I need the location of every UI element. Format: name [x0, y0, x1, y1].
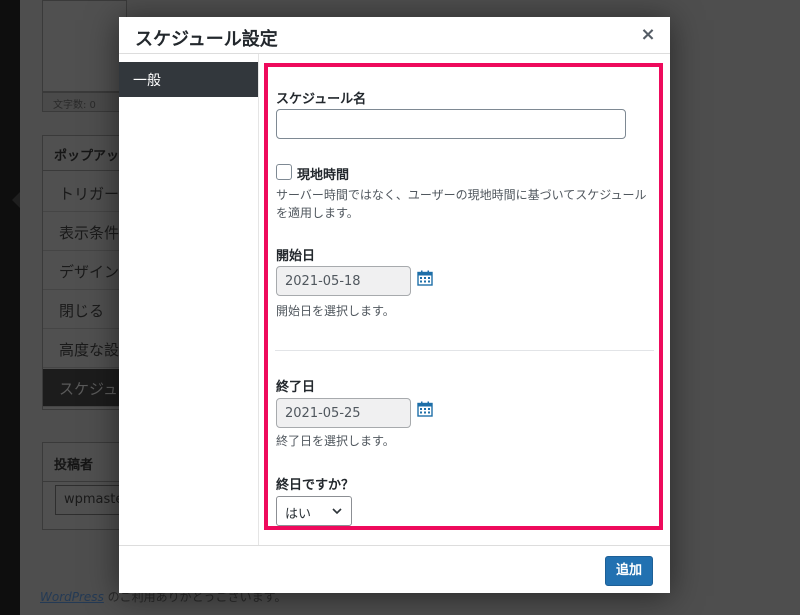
bg-tab-design[interactable]: デザイン	[43, 252, 127, 290]
end-date-input[interactable]	[276, 398, 411, 428]
editor-area	[42, 0, 127, 92]
end-date-description: 終了日を選択します。	[276, 434, 395, 448]
modal-title: スケジュール設定	[135, 29, 278, 50]
popup-settings-title: ポップアップ	[42, 135, 127, 171]
modal-sidebar: 一般	[119, 54, 259, 545]
author-box-title: 投稿者	[42, 442, 127, 482]
word-count: 文字数: 0	[42, 92, 127, 112]
sidebar-item-general[interactable]: 一般	[119, 62, 258, 97]
admin-menu-arrow	[12, 192, 20, 208]
start-date-input[interactable]	[276, 266, 411, 296]
bg-tab-schedule[interactable]: スケジュ	[43, 369, 127, 407]
local-time-checkbox[interactable]	[276, 164, 292, 180]
start-date-description: 開始日を選択します。	[276, 304, 395, 318]
modal-footer: 追加	[119, 545, 670, 593]
end-date-label: 終了日	[276, 380, 316, 395]
author-select[interactable]: wpmaster	[55, 485, 127, 515]
close-icon[interactable]: ×	[638, 24, 658, 46]
all-day-select[interactable]: はい	[276, 496, 352, 526]
local-time-description: サーバー時間ではなく、ユーザーの現地時間に基づいてスケジュールを適用します。	[276, 188, 647, 220]
calendar-icon[interactable]	[417, 270, 433, 286]
schedule-settings-modal: スケジュール設定 × 一般 スケジュール名 現地時間 サーバー時間ではなく、ユー…	[119, 17, 670, 593]
section-divider	[275, 350, 654, 351]
bg-tab-advanced[interactable]: 高度な設	[43, 330, 127, 368]
schedule-name-input[interactable]	[276, 109, 626, 139]
admin-sidebar	[0, 0, 20, 615]
bg-tab-close[interactable]: 閉じる	[43, 291, 127, 329]
wordpress-link[interactable]: WordPress	[40, 590, 104, 604]
schedule-name-label: スケジュール名	[276, 92, 367, 107]
local-time-label: 現地時間	[297, 168, 350, 183]
all-day-selected-value: はい	[285, 507, 312, 522]
schedule-form: スケジュール名 現地時間 サーバー時間ではなく、ユーザーの現地時間に基づいてスケ…	[259, 54, 670, 545]
bg-tab-trigger[interactable]: トリガー	[43, 174, 127, 212]
bg-tab-display-conditions[interactable]: 表示条件	[43, 213, 127, 251]
chevron-down-icon	[332, 508, 342, 515]
modal-header: スケジュール設定 ×	[119, 17, 670, 54]
add-button[interactable]: 追加	[604, 556, 653, 586]
calendar-icon[interactable]	[417, 401, 433, 417]
start-date-label: 開始日	[276, 249, 316, 264]
all-day-label: 終日ですか？	[276, 478, 355, 493]
